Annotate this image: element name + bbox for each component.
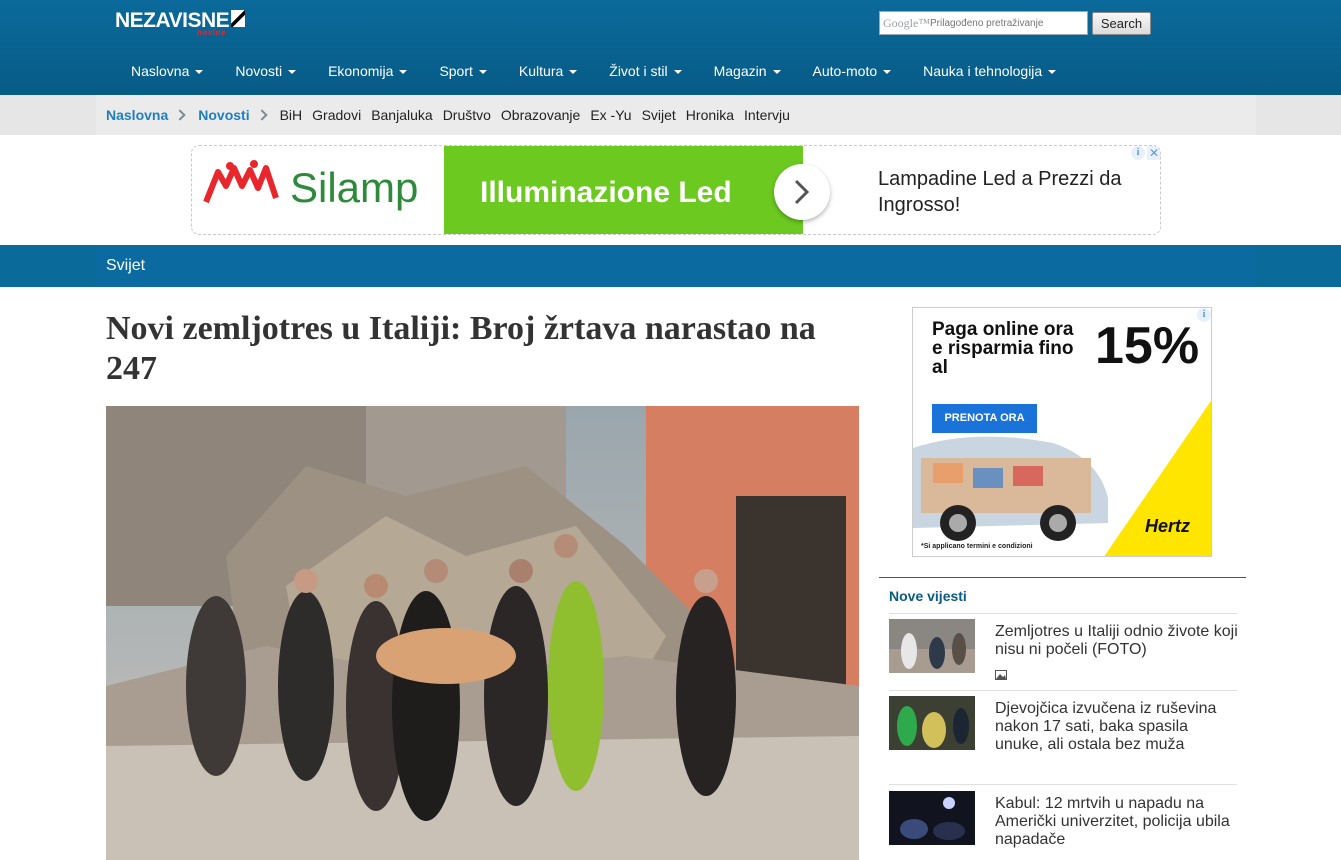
caret-down-icon [399,70,408,75]
nav-item-auto-moto[interactable]: Auto-moto [797,60,908,82]
site-header: NEZAVISNE novine Google™ Search Naslovna… [0,0,1341,95]
nav-label: Sport [439,63,473,79]
banner-ad[interactable]: Silamp Illuminazione Led Lampadine Led a… [191,145,1161,235]
news-heading: Nove vijesti [889,588,967,604]
ad-controls: i ✕ [1131,146,1160,160]
nav-item-nauka[interactable]: Nauka i tehnologija [907,60,1072,82]
section-bar [0,245,1341,287]
google-brand: Google™ [883,16,931,30]
side-ad-brand: Hertz [1145,516,1191,536]
news-divider [889,613,1237,614]
silamp-logo-icon [203,160,279,204]
subcat-intervju[interactable]: Intervju [744,107,790,123]
nav-item-zivot-i-stil[interactable]: Život i stil [593,60,697,82]
subcat-bih[interactable]: BiH [280,107,303,123]
logo-subtext: novine [197,28,226,37]
nav-label: Nauka i tehnologija [923,63,1043,79]
article-photo [106,406,859,860]
search-button[interactable]: Search [1092,12,1151,35]
news-thumb-2[interactable] [889,696,975,750]
chevron-right-icon [255,109,268,121]
nav-label: Život i stil [609,63,668,79]
site-logo[interactable]: NEZAVISNE novine [115,9,247,39]
ad-info-icon[interactable]: i [1197,308,1211,322]
news-divider [889,690,1237,691]
nav-label: Naslovna [131,63,190,79]
prenota-button[interactable]: PRENOTA ORA [932,404,1037,433]
ad-brand: Silamp [290,164,419,211]
nav-label: Novosti [235,63,283,79]
logo-flag-icon [231,10,245,27]
caret-down-icon [288,70,297,75]
chevron-right-icon [794,179,810,205]
breadcrumb-novosti[interactable]: Novosti [198,107,249,123]
news-title-2[interactable]: Djevojčica izvučena iz ruševina nakon 17… [995,700,1240,754]
caret-down-icon [772,70,781,75]
news-thumb-image [889,696,975,750]
nav-label: Auto-moto [812,63,878,79]
news-title-1[interactable]: Zemljotres u Italiji odnio živote koji n… [995,623,1240,659]
nav-label: Ekonomija [328,63,394,79]
nav-label: Kultura [518,63,564,79]
ad-copy: Lampadine Led a Prezzi da Ingrosso! [878,168,1122,216]
chevron-right-icon [174,109,186,121]
nav-item-naslovna[interactable]: Naslovna [115,60,219,82]
subcat-hronika[interactable]: Hronika [686,107,734,123]
caret-down-icon [673,70,682,75]
section-title[interactable]: Svijet [106,257,145,275]
side-ad[interactable]: Paga online ora e risparmia fino al 15% … [912,307,1212,557]
caret-down-icon [883,70,892,75]
ad-info-icon[interactable]: i [1131,146,1145,160]
side-ad-percent: 15% [1095,317,1200,375]
breadcrumb: Naslovna Novosti BiH Gradovi Banjaluka D… [106,95,800,135]
caret-down-icon [569,70,578,75]
caret-down-icon [195,70,204,75]
earthquake-rescue-photo [106,406,859,860]
subcat-ex-yu[interactable]: Ex -Yu [590,107,631,123]
news-thumb-image [889,619,975,673]
caret-down-icon [1048,70,1057,75]
news-top-rule [879,577,1246,578]
subcat-gradovi[interactable]: Gradovi [312,107,361,123]
main-nav: Naslovna Novosti Ekonomija Sport Kultura… [115,60,1072,82]
nav-label: Magazin [713,63,767,79]
section-bar-inner [96,245,1256,287]
nav-item-kultura[interactable]: Kultura [503,60,593,82]
news-thumb-image [889,791,975,845]
ad-green-panel: Illuminazione Led [444,146,803,234]
nav-item-ekonomija[interactable]: Ekonomija [312,60,423,82]
ad-green-text: Illuminazione Led [480,176,732,209]
news-title-3[interactable]: Kabul: 12 mrtvih u napadu na Američki un… [995,795,1240,849]
nav-item-magazin[interactable]: Magazin [698,60,797,82]
photo-icon [995,670,1007,680]
subcat-banjaluka[interactable]: Banjaluka [371,107,433,123]
subcat-drustvo[interactable]: Društvo [443,107,491,123]
subcat-obrazovanje[interactable]: Obrazovanje [501,107,580,123]
breadcrumb-naslovna[interactable]: Naslovna [106,107,168,123]
ad-arrow-button[interactable] [774,164,830,220]
ad-close-icon[interactable]: ✕ [1147,146,1160,160]
nav-item-novosti[interactable]: Novosti [219,60,312,82]
nav-item-sport[interactable]: Sport [423,60,502,82]
news-thumb-1[interactable] [889,619,975,673]
side-ad-text: Paga online ora e risparmia fino al [932,319,1074,378]
news-thumb-3[interactable] [889,791,975,845]
article-headline: Novi zemljotres u Italiji: Broj žrtava n… [106,310,816,387]
caret-down-icon [478,70,487,75]
side-ad-fine-print: *Si applicano termini e condizioni [921,543,1033,550]
subcat-svijet[interactable]: Svijet [642,107,676,123]
news-divider [889,784,1237,785]
